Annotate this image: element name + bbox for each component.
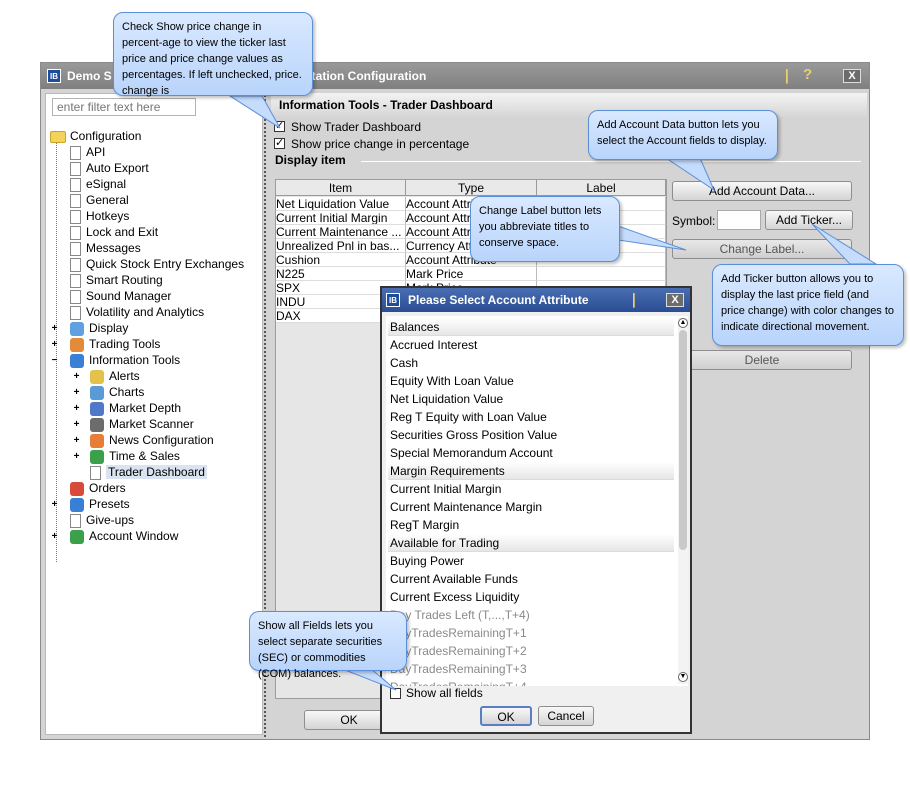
pointer-ticker (811, 223, 878, 265)
callout-show-all-fields: Show all Fields lets you select separate… (249, 611, 407, 680)
pointer-pct (228, 95, 281, 129)
pointer-fields (339, 667, 397, 691)
pointer-account (664, 157, 716, 192)
callout-add-ticker: Add Ticker button allows you to display … (712, 264, 904, 346)
pointer-label (617, 225, 687, 251)
callout-change-label: Change Label button lets you abbreviate … (470, 196, 620, 262)
callout-price-change: Check Show price change in percent-age t… (113, 12, 313, 97)
callout-add-account: Add Account Data button lets you select … (588, 110, 778, 160)
